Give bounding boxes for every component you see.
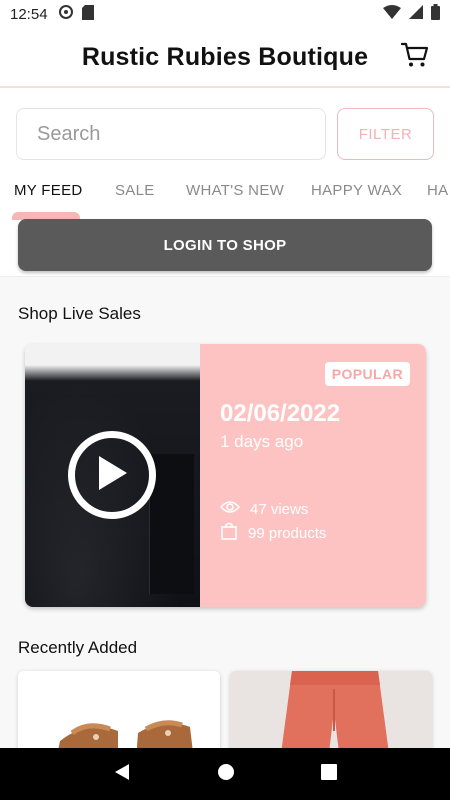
page-title: Rustic Rubies Boutique [81, 42, 369, 71]
battery-icon [431, 4, 440, 24]
views-count: 47 views [250, 500, 309, 518]
recents-icon[interactable] [321, 763, 337, 785]
live-sale-card[interactable]: POPULAR 02/06/2022 1 days ago 47 views 9… [25, 344, 426, 607]
live-sale-time-ago: 1 days ago [220, 432, 304, 451]
home-icon[interactable] [217, 763, 235, 786]
status-time: 12:54 [10, 5, 48, 23]
cart-button[interactable] [400, 42, 430, 72]
shopping-bag-icon [220, 522, 238, 544]
products-row: 99 products [220, 522, 326, 544]
sd-card-icon [81, 4, 94, 24]
live-sale-thumbnail [25, 344, 200, 607]
filter-button[interactable]: FILTER [337, 108, 434, 160]
live-sale-info: POPULAR 02/06/2022 1 days ago 47 views 9… [200, 344, 426, 607]
login-to-shop-button[interactable]: LOGIN TO SHOP [18, 219, 432, 271]
tab-partial[interactable]: HA [427, 182, 448, 199]
system-nav-bar [0, 748, 450, 800]
search-input[interactable] [16, 108, 326, 160]
views-row: 47 views [219, 500, 309, 518]
play-icon [95, 454, 129, 497]
back-icon[interactable] [113, 763, 131, 786]
tab-whats-new[interactable]: WHAT'S NEW [186, 182, 284, 199]
category-tabs: MY FEED SALE WHAT'S NEW HAPPY WAX HA [0, 172, 450, 220]
app-header: Rustic Rubies Boutique [0, 28, 450, 88]
signal-icon [409, 5, 423, 23]
live-sale-date: 02/06/2022 [220, 400, 341, 427]
tab-sale[interactable]: SALE [115, 182, 155, 199]
search-row: FILTER [16, 108, 434, 160]
recently-added-heading: Recently Added [18, 638, 138, 657]
play-button[interactable] [68, 431, 156, 519]
popular-badge: POPULAR [324, 362, 410, 386]
wifi-icon [383, 5, 401, 23]
tab-my-feed[interactable]: MY FEED [14, 182, 83, 199]
tab-happy-wax[interactable]: HAPPY WAX [311, 182, 402, 199]
products-count: 99 products [248, 524, 327, 542]
live-sales-heading: Shop Live Sales [18, 304, 141, 323]
cart-icon [400, 42, 429, 73]
status-bar: 12:54 [0, 0, 450, 28]
eye-icon [219, 500, 241, 518]
sync-icon [58, 4, 74, 24]
